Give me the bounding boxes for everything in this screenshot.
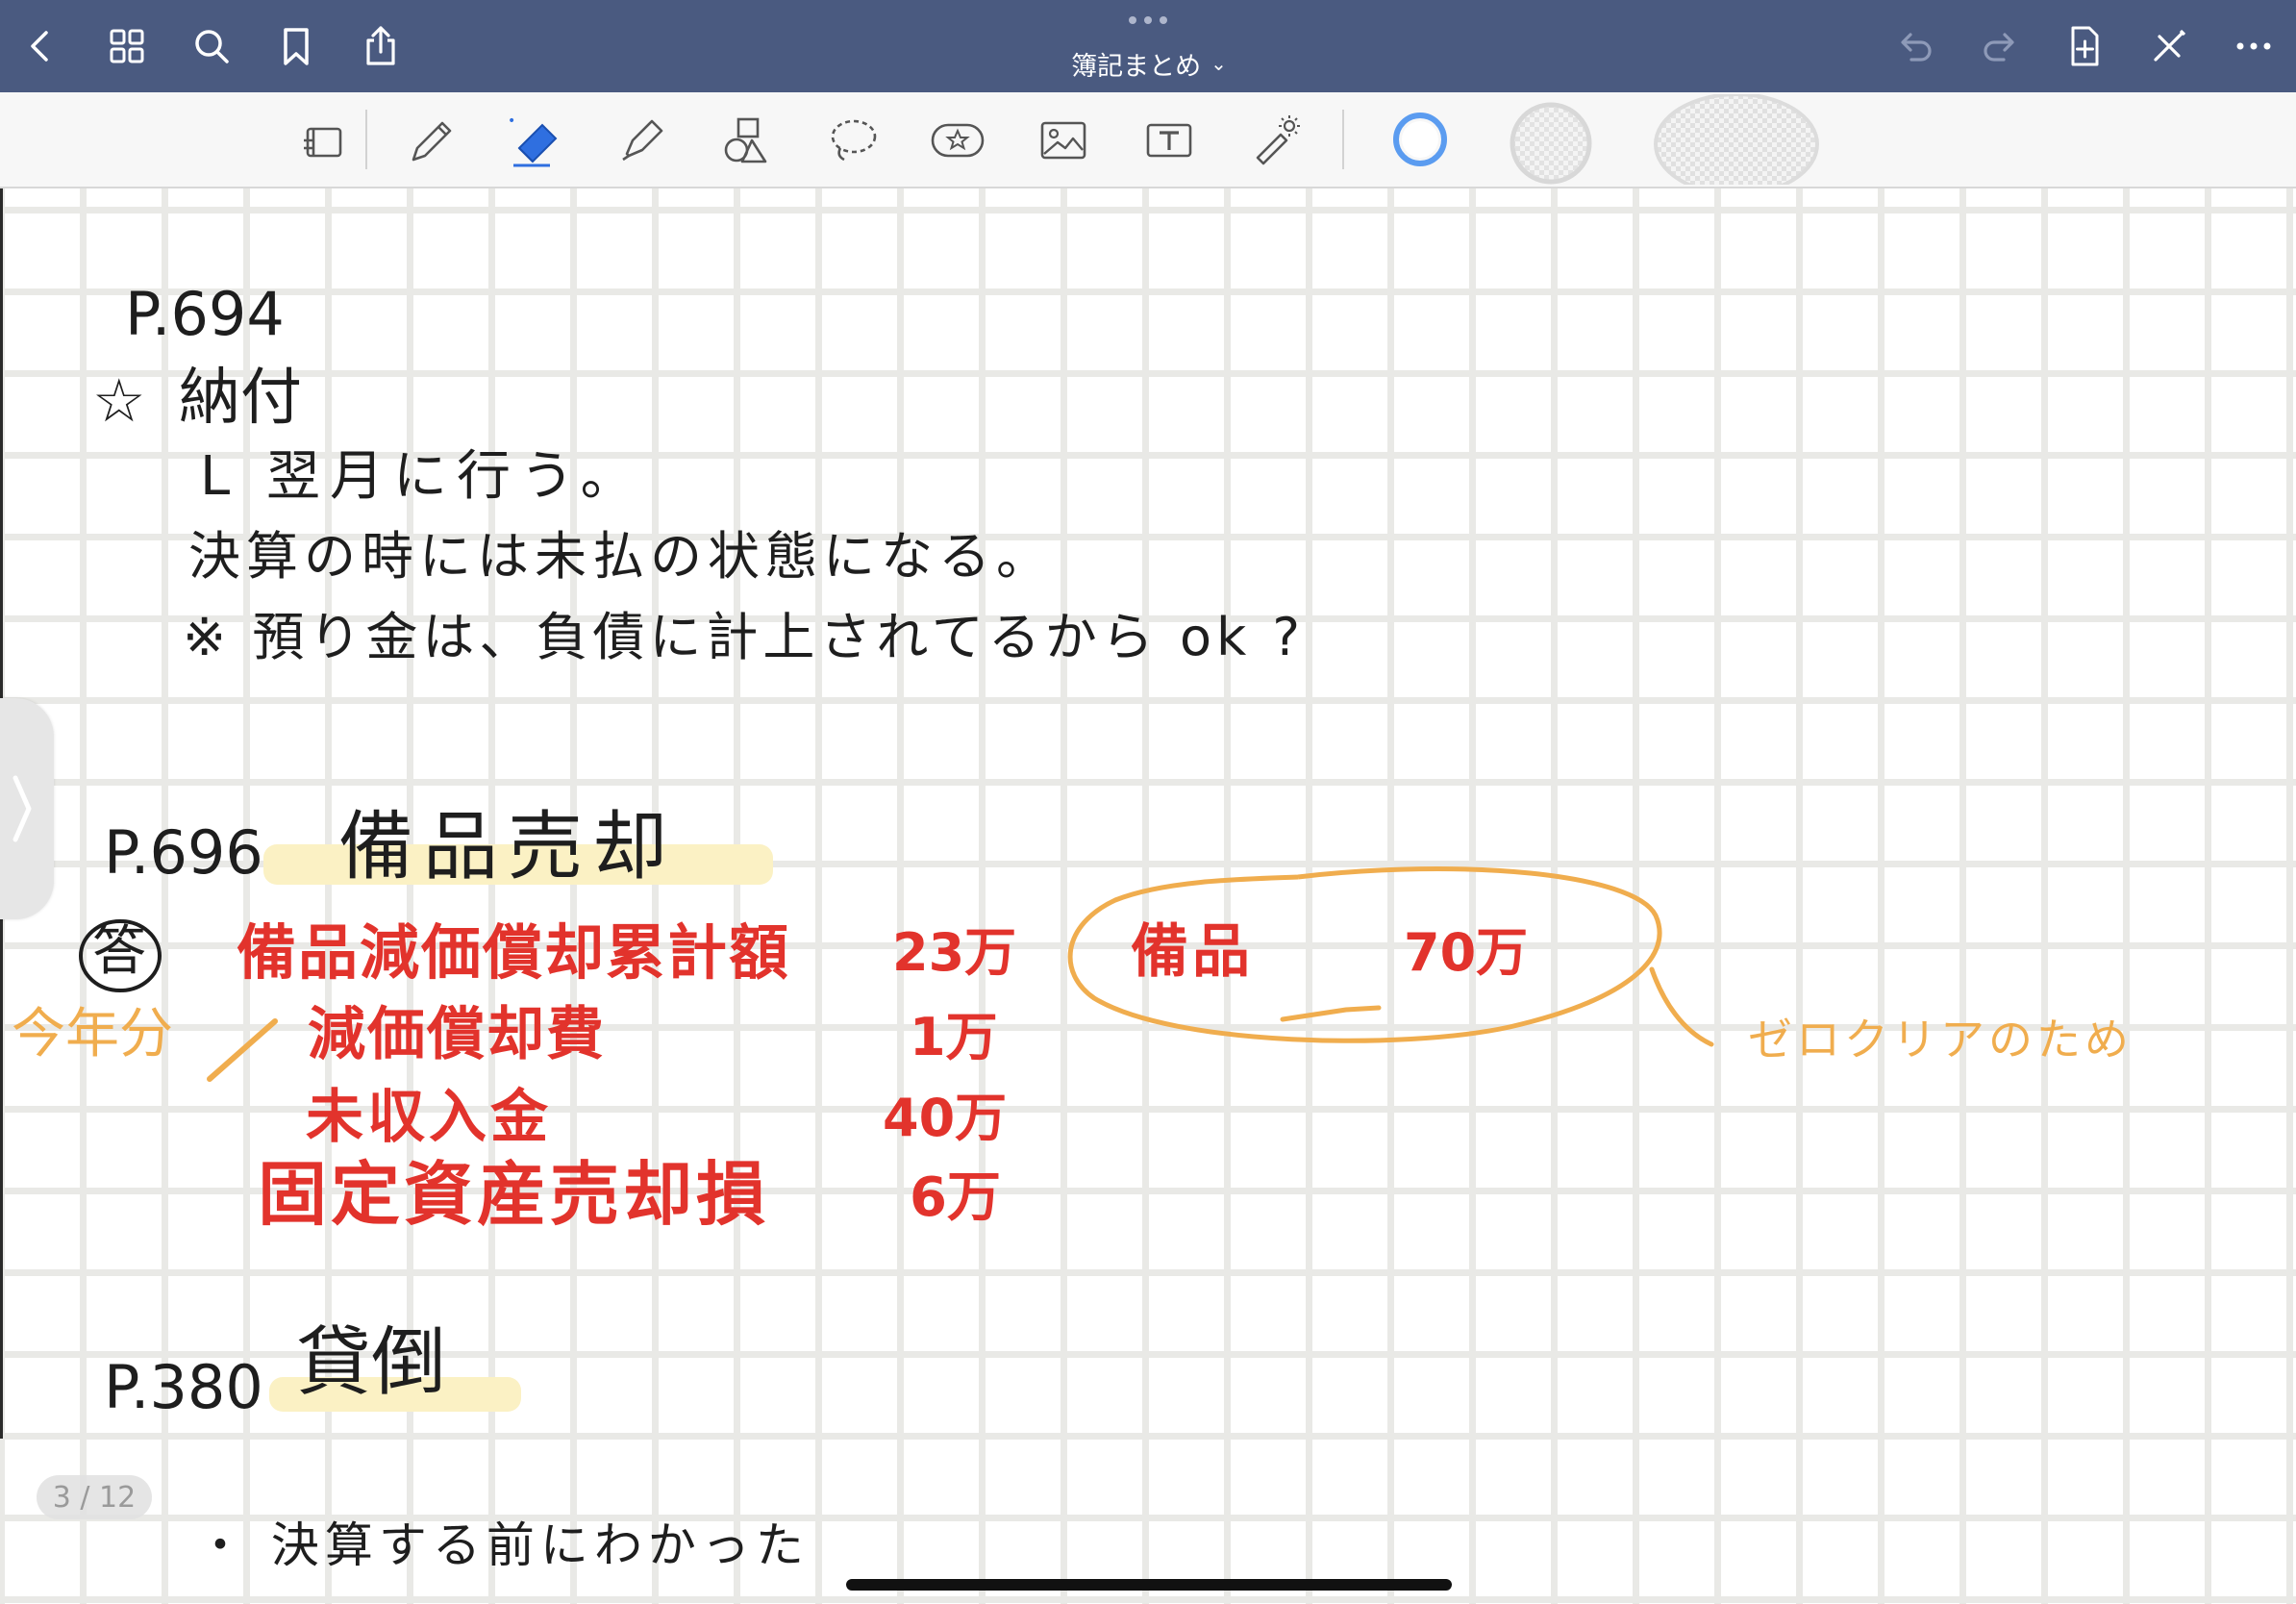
note-line: ※ 預り金は、負債に計上されてるから ok ? (183, 607, 1306, 667)
image-icon[interactable] (1027, 106, 1100, 175)
read-mode-icon[interactable] (287, 106, 360, 175)
color-swatch-selected[interactable] (1386, 106, 1454, 173)
laser-pointer-icon[interactable] (1238, 106, 1311, 175)
chevron-right-icon (12, 775, 32, 842)
side-panel-toggle[interactable] (0, 698, 54, 919)
toolbar-divider (1342, 110, 1344, 169)
highlighter-icon[interactable] (604, 106, 677, 175)
note-line: 決算の時には未払の状態になる。 (188, 526, 1054, 587)
close-pen-icon[interactable] (2138, 15, 2200, 77)
journal-amount: 40万 (883, 1088, 1008, 1148)
page-counter: 3 / 12 (37, 1475, 152, 1519)
answer-mark: 答 (92, 920, 146, 983)
undo-icon[interactable] (1884, 15, 1946, 77)
page-reference: P.380 (104, 1352, 263, 1422)
stroke-size-swatch[interactable] (1506, 98, 1596, 188)
more-icon[interactable] (2223, 15, 2284, 77)
journal-account: 備品 (1131, 918, 1254, 986)
search-icon[interactable] (181, 15, 242, 77)
redo-icon[interactable] (1969, 15, 2031, 77)
page-reference: P.694 (125, 279, 285, 349)
journal-amount: 23万 (892, 922, 1017, 983)
eraser-icon[interactable]: • (498, 106, 571, 175)
tool-bar: • (0, 92, 2296, 188)
navigation-bar: 簿記まとめ ⌄ (0, 0, 2296, 92)
document-title-text: 簿記まとめ (1071, 51, 1202, 82)
shapes-icon[interactable] (710, 106, 783, 175)
journal-account: 固定資産売却損 (258, 1154, 770, 1235)
note-page[interactable]: P.694 ☆ 納付 L 翌月に行う。 決算の時には未払の状態になる。 ※ 預り… (0, 188, 2296, 1604)
section-heading: 納付 (179, 363, 302, 434)
lasso-icon[interactable] (815, 106, 888, 175)
journal-amount: 1万 (910, 1007, 998, 1067)
drag-handle-icon[interactable] (1125, 13, 1171, 27)
journal-amount: 70万 (1404, 922, 1529, 983)
journal-account: 減価償却費 (308, 1001, 606, 1068)
page-reference: P.696 (104, 817, 263, 888)
add-page-icon[interactable] (2054, 15, 2115, 77)
journal-account: 備品減価償却累計額 (237, 917, 791, 988)
document-title[interactable]: 簿記まとめ ⌄ (961, 44, 1336, 83)
share-icon[interactable] (350, 15, 412, 77)
grid-icon[interactable] (96, 15, 158, 77)
pointer-stroke (1649, 966, 1714, 1047)
note-line: ・ 決算する前にわかった (196, 1517, 810, 1573)
bookmark-icon[interactable] (265, 15, 327, 77)
section-heading: 備品売却 (338, 804, 678, 890)
toolbar-divider (365, 110, 367, 169)
pen-icon[interactable] (392, 106, 465, 175)
opacity-swatch[interactable] (1652, 94, 1821, 185)
annotation-note: 今年分 (12, 1003, 173, 1065)
home-indicator[interactable] (846, 1579, 1452, 1591)
note-line: L 翌月に行う。 (200, 445, 644, 508)
annotation-note: ゼロクリアのため (1748, 1014, 2133, 1065)
back-icon[interactable] (10, 15, 71, 77)
section-heading: 貸倒 (296, 1319, 447, 1406)
journal-account: 未収入金 (306, 1084, 552, 1151)
chevron-down-icon: ⌄ (1210, 52, 1227, 75)
svg-text:•: • (508, 113, 515, 129)
heading-mark: ☆ (92, 365, 146, 436)
slash-stroke (207, 1018, 278, 1082)
journal-amount: 6万 (910, 1166, 1001, 1229)
text-icon[interactable] (1133, 106, 1206, 175)
sticker-icon[interactable] (921, 106, 994, 175)
